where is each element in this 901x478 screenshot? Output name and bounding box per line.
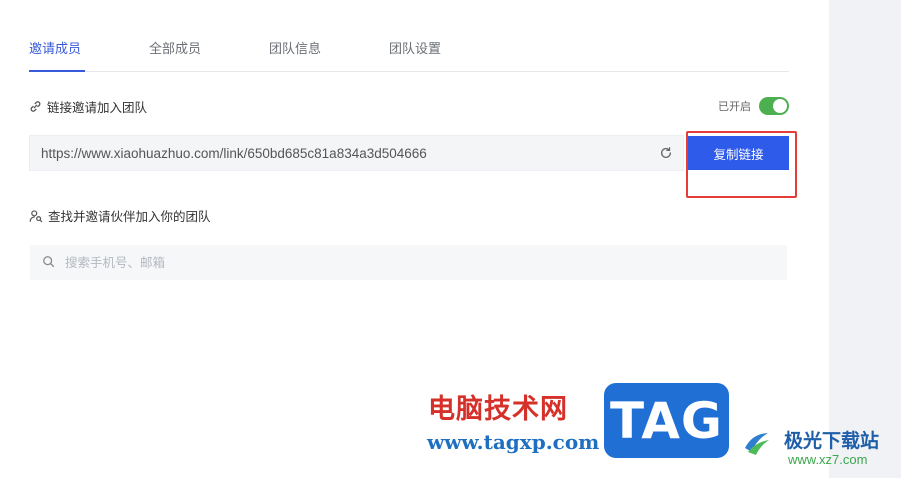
tab-label: 团队信息 [269,42,322,57]
tab-team-settings[interactable]: 团队设置 [389,38,441,57]
find-partner-header: 查找并邀请伙伴加入你的团队 [29,206,211,225]
tab-team-info[interactable]: 团队信息 [269,38,321,57]
refresh-icon[interactable] [659,146,673,160]
invite-link-field: https://www.xiaohuazhuo.com/link/650bd68… [29,135,684,171]
watermark-tag-text: TAG [610,391,723,450]
watermark-tag-logo: TAG [604,383,729,458]
watermark-cn-text: 电脑技术网 [428,394,568,425]
tab-invite-members[interactable]: 邀请成员 [29,38,85,72]
toggle-status-label: 已开启 [718,100,751,113]
toggle-knob [773,99,787,113]
link-invite-header: 链接邀请加入团队 [29,97,147,116]
watermark-site-url: www.xz7.com [788,452,868,467]
active-tab-underline [29,70,85,72]
find-partner-title: 查找并邀请伙伴加入你的团队 [48,209,211,224]
copy-link-button[interactable]: 复制链接 [688,136,789,170]
search-icon [42,253,55,272]
tab-label: 邀请成员 [29,42,82,57]
search-input[interactable] [63,254,747,271]
search-box [30,245,787,280]
watermark-url: www.tagxp.com [427,430,600,454]
link-invite-toggle[interactable] [759,97,789,115]
invite-link-url[interactable]: https://www.xiaohuazhuo.com/link/650bd68… [41,146,659,161]
tab-label: 全部成员 [149,42,202,57]
aurora-logo-icon [742,428,772,458]
watermark-site-name: 极光下载站 [784,430,880,452]
link-invite-title: 链接邀请加入团队 [47,100,148,115]
link-toggle-group: 已开启 [718,97,789,115]
user-search-icon [29,209,43,223]
tab-all-members[interactable]: 全部成员 [149,38,201,57]
link-icon [29,100,42,113]
tab-bar: 邀请成员 全部成员 团队信息 团队设置 [29,34,789,72]
tab-label: 团队设置 [389,42,442,57]
